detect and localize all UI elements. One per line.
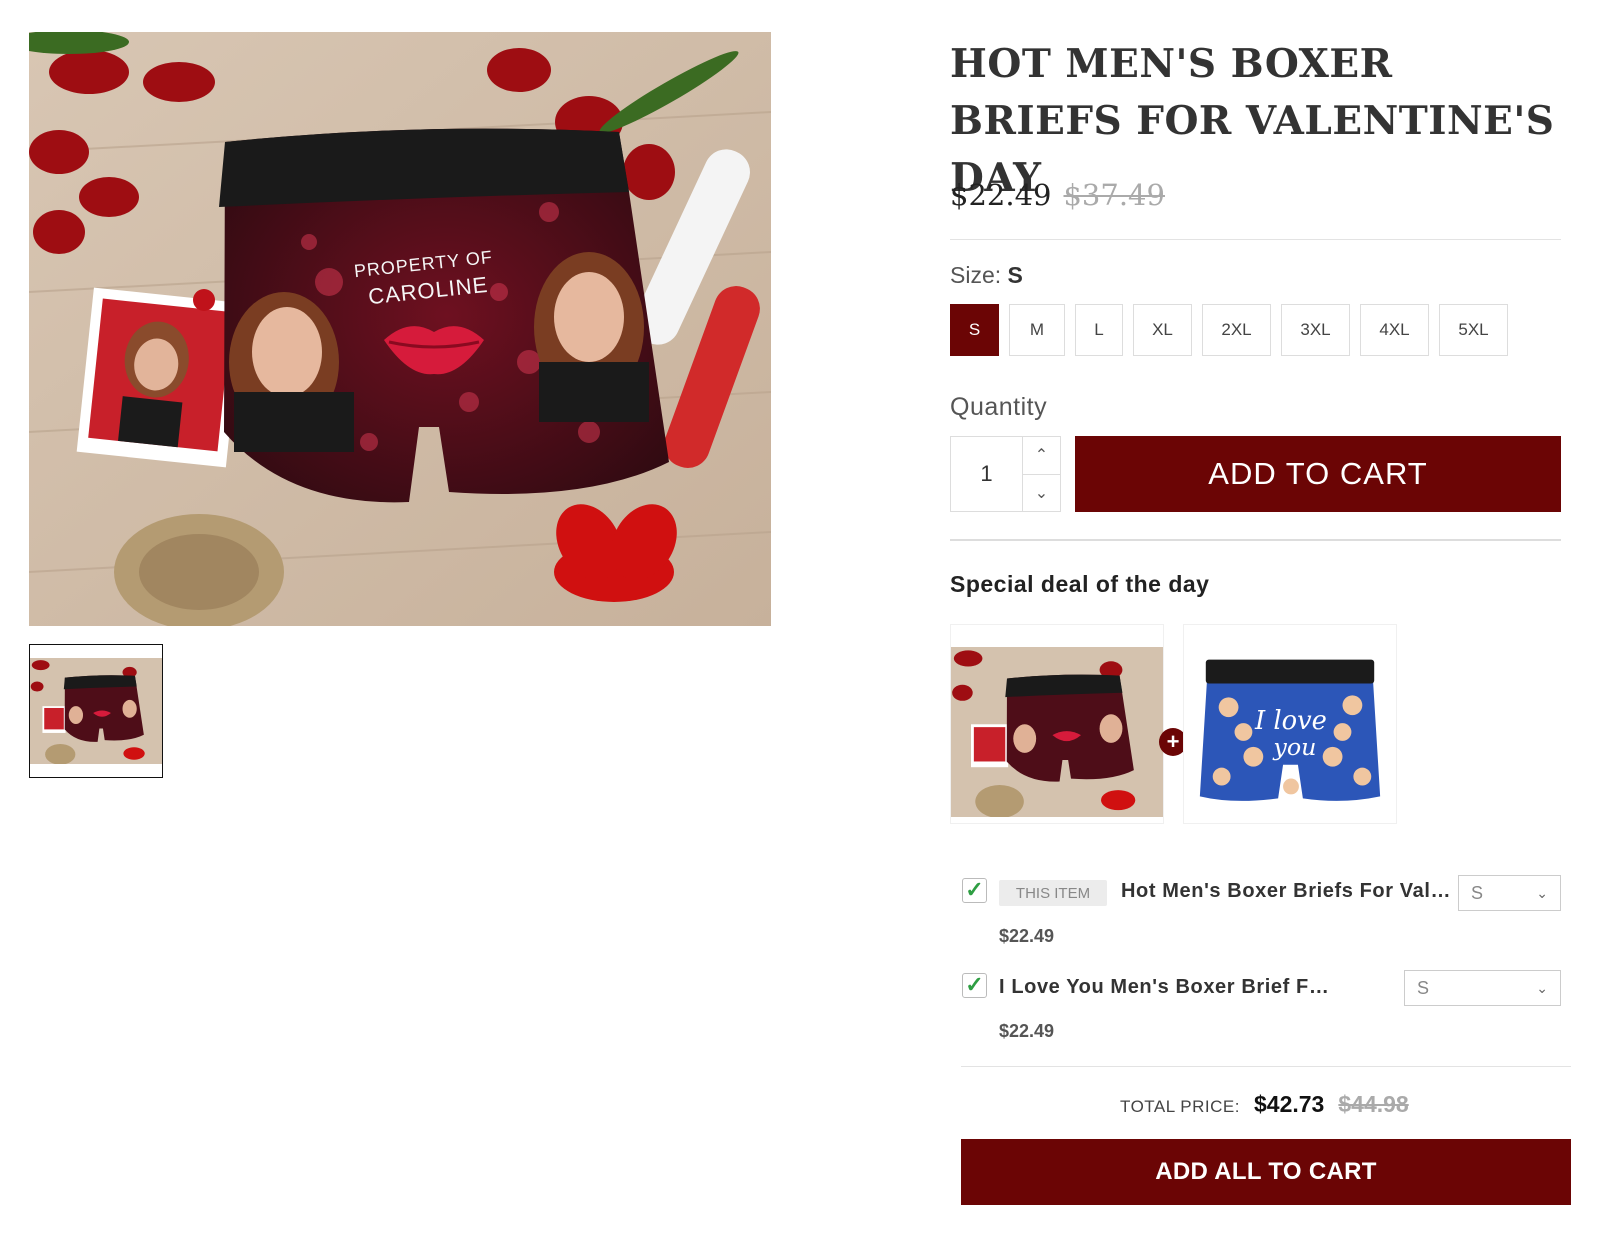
deal-product-image-1 xyxy=(951,647,1163,817)
deal-image-text-line1: I love xyxy=(1254,706,1327,736)
size-option-s[interactable]: S xyxy=(950,304,999,356)
deal-image-text-line2: you xyxy=(1272,733,1316,761)
total-price-label: TOTAL PRICE: xyxy=(1120,1097,1240,1116)
size-option-xl[interactable]: XL xyxy=(1133,304,1192,356)
add-all-to-cart-button[interactable]: ADD ALL TO CART xyxy=(961,1139,1571,1205)
quantity-stepper: 1 ⌃ ⌄ xyxy=(950,436,1061,512)
divider xyxy=(950,239,1561,240)
deal-product-image-2: I love you xyxy=(1184,647,1396,817)
size-label-text: Size: xyxy=(950,262,1002,288)
divider xyxy=(961,1066,1571,1067)
chevron-down-icon[interactable]: ⌄ xyxy=(1023,473,1060,512)
boxer-briefs-photo: PROPERTY OF CAROLINE xyxy=(29,32,771,626)
main-product-image[interactable]: PROPERTY OF CAROLINE xyxy=(29,32,771,626)
total-price: $42.73 xyxy=(1254,1091,1325,1117)
divider xyxy=(950,539,1561,541)
this-item-badge: THIS ITEM xyxy=(999,880,1107,906)
item-1-size-value: S xyxy=(1471,882,1484,903)
item-2-price: $22.49 xyxy=(999,1021,1055,1041)
item-1-price: $22.49 xyxy=(999,926,1055,946)
thumbnail-1[interactable] xyxy=(29,644,163,778)
item-1-size-select[interactable]: S ⌄ xyxy=(1458,875,1561,911)
size-option-3xl[interactable]: 3XL xyxy=(1281,304,1350,356)
item-2-checkbox[interactable]: ✓ xyxy=(962,973,987,998)
deal-product-card-2[interactable]: I love you xyxy=(1183,624,1397,824)
quantity-label: Quantity xyxy=(950,393,1048,421)
size-option-l[interactable]: L xyxy=(1075,304,1123,356)
thumbnail-image xyxy=(30,658,162,764)
size-label: Size: S xyxy=(950,262,1023,289)
current-price: $22.49 xyxy=(950,178,1052,212)
chevron-up-icon[interactable]: ⌃ xyxy=(1023,437,1060,474)
price-row: $22.49 $37.49 xyxy=(950,178,1165,212)
compare-price: $37.49 xyxy=(1063,178,1165,212)
size-option-5xl[interactable]: 5XL xyxy=(1439,304,1508,356)
chevron-down-icon: ⌄ xyxy=(1536,884,1548,901)
size-option-2xl[interactable]: 2XL xyxy=(1202,304,1271,356)
quantity-input[interactable]: 1 xyxy=(951,437,1023,511)
add-to-cart-button[interactable]: ADD TO CART xyxy=(1075,436,1561,512)
item-1-checkbox[interactable]: ✓ xyxy=(962,878,987,903)
size-options: S M L XL 2XL 3XL 4XL 5XL xyxy=(950,304,1508,356)
item-1-name[interactable]: Hot Men's Boxer Briefs For Vale… xyxy=(1121,880,1451,903)
chevron-down-icon: ⌄ xyxy=(1536,979,1548,996)
size-option-m[interactable]: M xyxy=(1009,304,1065,356)
deal-title: Special deal of the day xyxy=(950,571,1210,597)
deal-product-card-1[interactable] xyxy=(950,624,1164,824)
item-2-size-value: S xyxy=(1417,977,1430,998)
size-option-4xl[interactable]: 4XL xyxy=(1360,304,1429,356)
size-selected-value: S xyxy=(1007,262,1023,288)
item-2-name[interactable]: I Love You Men's Boxer Brief Fo… xyxy=(999,976,1339,999)
item-2-size-select[interactable]: S ⌄ xyxy=(1404,970,1561,1006)
total-price-row: TOTAL PRICE: $42.73 $44.98 xyxy=(1120,1091,1409,1118)
total-compare-price: $44.98 xyxy=(1338,1091,1409,1117)
